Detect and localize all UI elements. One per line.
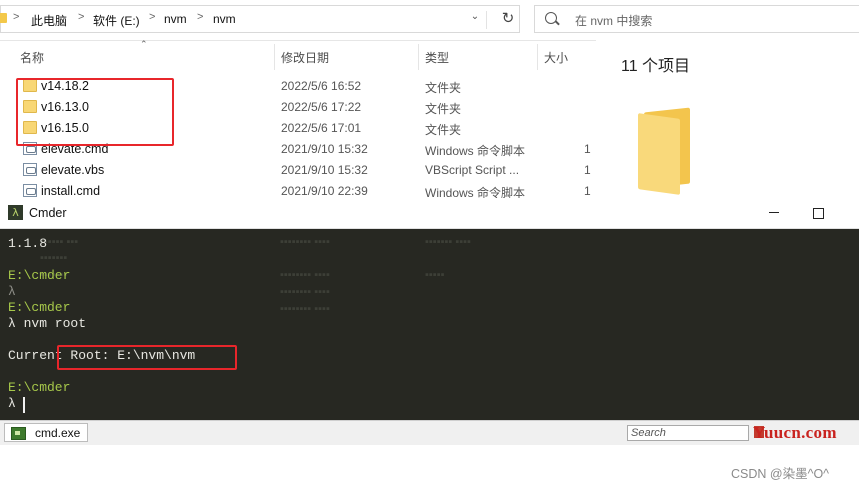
file-date: 2021/9/10 22:39: [281, 184, 368, 198]
file-type: 文件夹: [425, 81, 462, 95]
folder-icon: [638, 107, 692, 195]
file-type: 文件夹: [425, 102, 462, 116]
folder-icon: [0, 13, 7, 23]
watermark-yuucn: Yuucn.com: [753, 423, 837, 442]
column-header-name[interactable]: 名称: [20, 49, 44, 66]
cmder-search-input[interactable]: Search: [627, 425, 749, 441]
cmd-icon: [11, 427, 26, 440]
column-header-type[interactable]: 类型: [425, 49, 449, 66]
file-size: 1: [584, 142, 591, 156]
file-date: 2021/9/10 15:32: [281, 142, 368, 156]
file-date: 2021/9/10 15:32: [281, 163, 368, 177]
file-type: 文件夹: [425, 123, 462, 137]
terminal-cursor: [23, 397, 25, 413]
highlight-box-root: [57, 345, 237, 370]
item-count: 11 个项目: [621, 58, 691, 75]
file-date: 2022/5/6 17:01: [281, 121, 362, 135]
search-input[interactable]: 在 nvm 中搜索: [534, 5, 859, 33]
terminal-prompt-path: E:\cmder: [8, 300, 71, 315]
terminal-console[interactable]: ▪▪▪▪▪▪ ▪▪▪ ▪▪▪▪▪▪▪▪ ▪▪▪▪ ▪▪▪▪▪▪▪ ▪▪▪▪ ▪▪…: [0, 229, 859, 420]
cmder-titlebar[interactable]: λ Cmder: [0, 198, 859, 229]
search-placeholder: Search: [631, 427, 666, 439]
cmder-window: λ Cmder ▪▪▪▪▪▪ ▪▪▪ ▪▪▪▪▪▪▪▪ ▪▪▪▪ ▪▪▪▪▪▪▪…: [0, 198, 859, 447]
terminal-prompt-symbol: λ: [8, 396, 16, 411]
column-header-date[interactable]: 修改日期: [281, 49, 329, 66]
chevron-right-icon[interactable]: >: [197, 11, 203, 23]
file-name: elevate.vbs: [41, 163, 105, 177]
breadcrumb-nvm-current[interactable]: nvm: [213, 12, 236, 26]
window-title: Cmder: [29, 206, 67, 220]
file-name: install.cmd: [41, 184, 101, 198]
breadcrumb-drive-e[interactable]: 软件 (E:): [93, 12, 140, 29]
terminal-command: λ nvm root: [8, 316, 87, 331]
column-divider[interactable]: [418, 44, 419, 70]
watermark-csdn: CSDN @染墨^O^: [731, 467, 830, 481]
file-date: 2022/5/6 16:52: [281, 79, 362, 93]
chevron-right-icon[interactable]: >: [78, 11, 84, 23]
minimize-icon[interactable]: [768, 203, 782, 221]
file-type: VBScript Script ...: [425, 163, 520, 177]
maximize-icon[interactable]: [813, 208, 824, 219]
column-header-row: ⌃ 名称 修改日期 类型 大小: [0, 39, 596, 70]
cmd-file-icon: [23, 184, 37, 197]
file-type: Windows 命令脚本: [425, 144, 526, 158]
chevron-right-icon: >: [13, 11, 20, 23]
cmder-logo-icon: λ: [8, 205, 23, 220]
breadcrumb-nvm[interactable]: nvm: [164, 12, 187, 26]
tab-cmd-exe[interactable]: cmd.exe: [4, 423, 88, 442]
column-header-size[interactable]: 大小: [544, 49, 568, 66]
address-bar-area: > 此电脑 > 软件 (E:) > nvm > nvm ⌄ ↻ 在 nvm 中搜…: [0, 0, 859, 41]
highlight-box-versions: [16, 78, 174, 146]
refresh-icon[interactable]: ↻: [498, 9, 518, 29]
sort-up-icon: ⌃: [140, 39, 148, 49]
address-bar[interactable]: > 此电脑 > 软件 (E:) > nvm > nvm ⌄ ↻: [0, 5, 520, 33]
breadcrumb-this-pc[interactable]: 此电脑: [31, 12, 67, 29]
cmder-statusbar: cmd.exe Search: [0, 420, 859, 445]
vbs-file-icon: [23, 163, 37, 176]
terminal-line: 1.1.8: [8, 236, 48, 251]
column-divider[interactable]: [537, 44, 538, 70]
terminal-prompt-path: E:\cmder: [8, 268, 71, 283]
file-date: 2022/5/6 17:22: [281, 100, 362, 114]
search-icon: [545, 12, 557, 24]
column-divider[interactable]: [274, 44, 275, 70]
chevron-right-icon[interactable]: >: [149, 11, 155, 23]
tab-label: cmd.exe: [35, 426, 81, 440]
terminal-prompt-path: E:\cmder: [8, 380, 71, 395]
terminal-prompt-symbol: λ: [8, 284, 16, 299]
search-placeholder: 在 nvm 中搜索: [575, 14, 653, 28]
file-size: 1: [584, 184, 591, 198]
file-row[interactable]: elevate.vbs 2021/9/10 15:32 VBScript Scr…: [0, 160, 596, 181]
chevron-down-icon[interactable]: ⌄: [464, 11, 487, 29]
file-size: 1: [584, 163, 591, 177]
